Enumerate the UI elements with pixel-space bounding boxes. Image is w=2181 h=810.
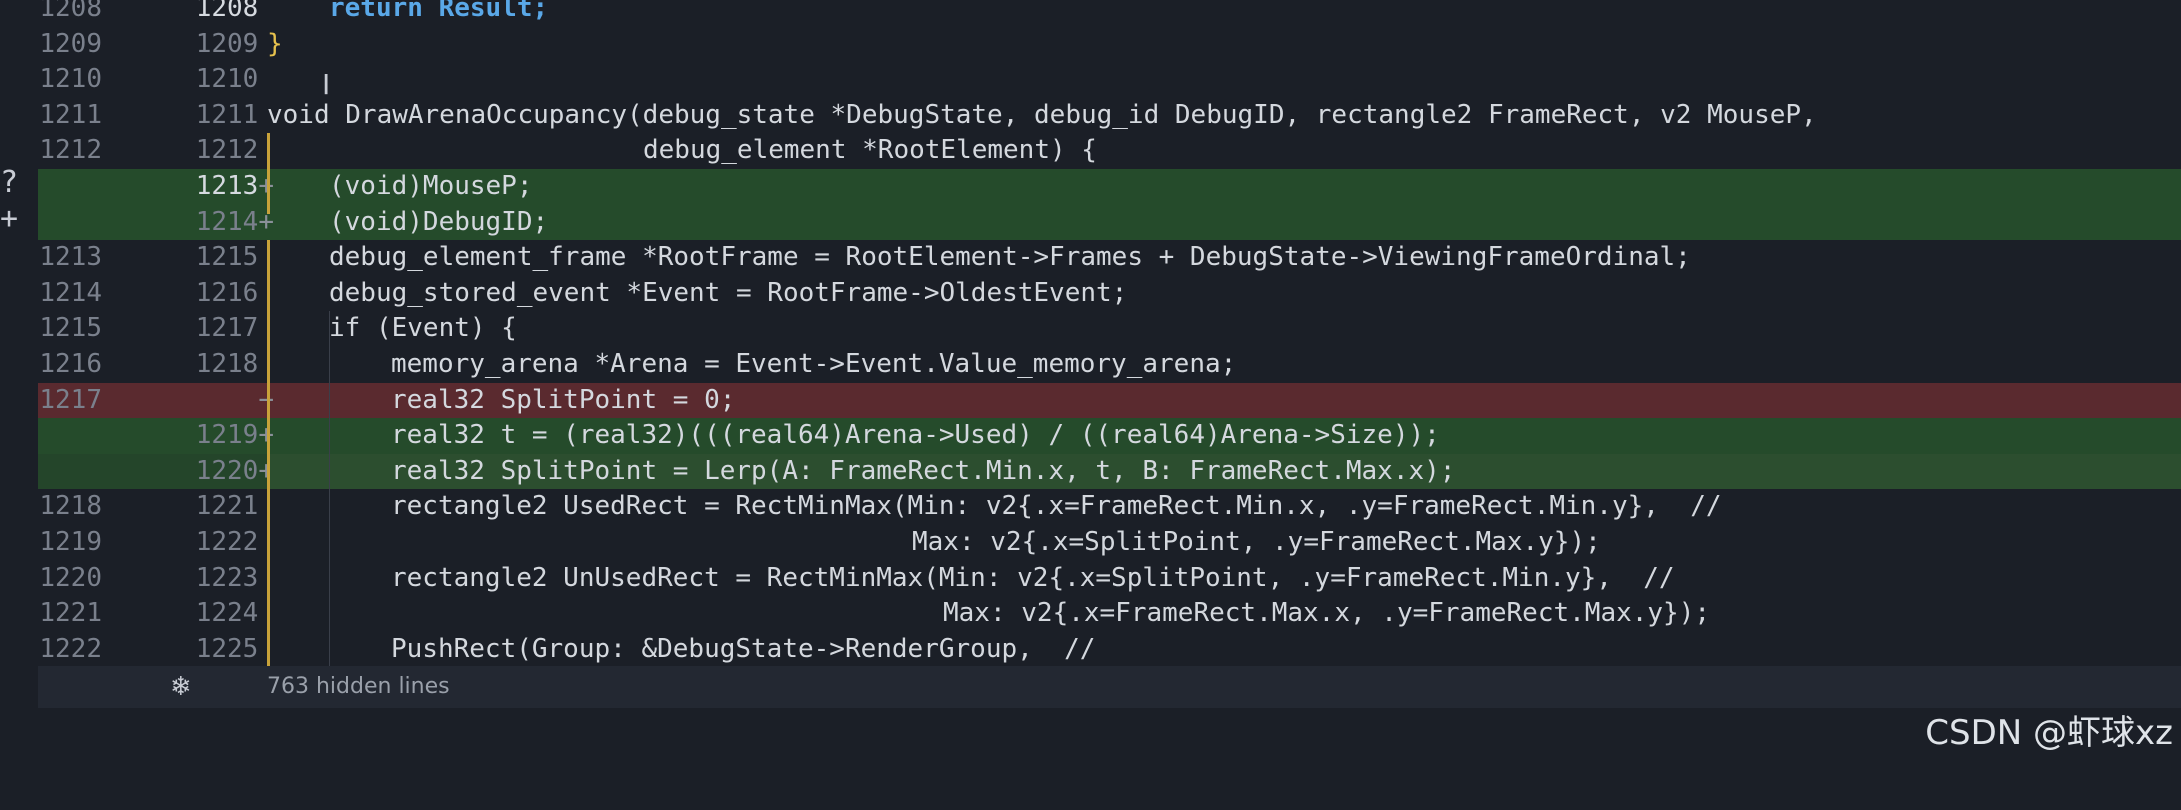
code-line[interactable]: 1212 1212 debug_element *RootElement) {: [38, 133, 2181, 169]
code-text: Max: v2{.x=SplitPoint, .y=FrameRect.Max.…: [912, 527, 1601, 557]
code-line[interactable]: 1221 1224 Max: v2{.x=FrameRect.Max.x, .y…: [38, 596, 2181, 632]
new-line-number: 1218: [195, 349, 259, 379]
code-text: PushRect(Group: &DebugState->RenderGroup…: [391, 633, 1096, 664]
new-line-number: 1223: [195, 562, 259, 593]
new-line-number: 1215: [195, 242, 259, 273]
old-line-number: 1219: [39, 527, 102, 557]
git-change-bar: [267, 240, 270, 666]
code-text: }: [267, 28, 283, 59]
add-icon[interactable]: +: [0, 204, 18, 234]
code-line[interactable]: 1215 1217 if (Event) {: [38, 311, 2181, 347]
new-line-number: 1217: [195, 313, 259, 344]
new-line-number: 1220+: [130, 454, 274, 490]
watermark: CSDN @虾球xz: [1925, 713, 2173, 753]
code-line[interactable]: 1208 1208 return Result;: [38, 0, 2181, 27]
added-line[interactable]: 1220+ real32 SplitPoint = Lerp(A: FrameR…: [38, 453, 2181, 490]
new-line-number: 1212: [195, 135, 259, 166]
old-line-number: 1209: [39, 28, 102, 59]
code-text: real32 SplitPoint = Lerp(A: FrameRect.Mi…: [267, 453, 2181, 490]
hidden-lines-bar[interactable]: ❄ 763 hidden lines: [38, 666, 2181, 708]
code-text: real32 t = (real32)(((real64)Arena->Used…: [391, 420, 1440, 451]
old-line-number: 1215: [39, 313, 102, 344]
new-line-number: 1219+: [130, 418, 274, 454]
old-line-number: 1221: [39, 598, 102, 629]
code-text: if (Event) {: [329, 313, 517, 344]
old-line-number: 1211: [39, 99, 102, 130]
old-line-number: 1217: [39, 384, 102, 415]
new-line-number: 1221: [195, 491, 259, 522]
code-text: real32 SplitPoint = 0;: [391, 384, 736, 415]
old-line-number: 1214: [39, 277, 102, 308]
new-line-number: 1213+: [130, 169, 274, 205]
new-line-number: 1225: [195, 633, 259, 664]
old-line-number: 1208: [39, 0, 102, 23]
undo-icon[interactable]: ?: [0, 168, 18, 198]
git-change-bar: [267, 133, 270, 214]
old-line-number: 1216: [39, 349, 102, 379]
added-line[interactable]: 1219+ real32 t = (real32)(((real64)Arena…: [38, 418, 2181, 454]
new-line-number: 1224: [195, 598, 259, 629]
new-line-number: 1211: [195, 99, 259, 130]
left-gutter: ? +: [0, 0, 38, 767]
code-line[interactable]: 1216 1218 memory_arena *Arena = Event->E…: [38, 347, 2181, 383]
code-text: rectangle2 UnUsedRect = RectMinMax(Min: …: [391, 562, 1675, 593]
code-text: Max: v2{.x=FrameRect.Max.x, .y=FrameRect…: [943, 598, 1711, 629]
code-line[interactable]: 1218 1221 rectangle2 UsedRect = RectMinM…: [38, 489, 2181, 525]
code-text: debug_element *RootElement) {: [643, 135, 1097, 166]
old-line-number: 1218: [39, 491, 102, 522]
old-line-number: 1213: [39, 242, 102, 273]
snowflake-icon[interactable]: ❄: [170, 666, 192, 708]
code-line[interactable]: 1220 1223 rectangle2 UnUsedRect = RectMi…: [38, 561, 2181, 597]
old-line-number: 1212: [39, 135, 102, 166]
code-line[interactable]: 1213 1215 debug_element_frame *RootFrame…: [38, 240, 2181, 276]
code-text: memory_arena *Arena = Event->Event.Value…: [391, 349, 1237, 379]
code-line[interactable]: 1214 1216 debug_stored_event *Event = Ro…: [38, 276, 2181, 312]
hidden-lines-label: 763 hidden lines: [267, 674, 450, 699]
new-line-number: 1222: [195, 527, 259, 557]
code-text: return Result;: [329, 0, 549, 23]
code-line[interactable]: 1211 1211 void DrawArenaOccupancy(debug_…: [38, 98, 2181, 134]
new-line-number: 1214+: [195, 206, 274, 237]
code-line[interactable]: 1219 1222 Max: v2{.x=SplitPoint, .y=Fram…: [38, 525, 2181, 561]
old-line-number: 1222: [39, 633, 102, 664]
new-line-number: 1216: [195, 277, 259, 308]
code-text: (void)MouseP;: [329, 171, 533, 201]
old-line-number: 1210: [39, 64, 102, 95]
added-line[interactable]: 1214+ (void)DebugID;: [38, 204, 2181, 241]
new-line-number: 1208: [195, 0, 259, 23]
code-text: rectangle2 UsedRect = RectMinMax(Min: v2…: [391, 491, 1722, 522]
new-line-number: 1209: [195, 28, 259, 59]
code-line[interactable]: 1222 1225 PushRect(Group: &DebugState->R…: [38, 632, 2181, 668]
code-text: void DrawArenaOccupancy(debug_state *Deb…: [267, 99, 1817, 130]
old-line-number: 1220: [39, 562, 102, 593]
new-line-number: −: [130, 383, 274, 419]
code-text: debug_element_frame *RootFrame = RootEle…: [329, 242, 1691, 273]
code-line[interactable]: 1209 1209 }: [38, 27, 2181, 63]
code-text: (void)DebugID;: [329, 206, 549, 237]
code-text: debug_stored_event *Event = RootFrame->O…: [329, 277, 1128, 308]
indent-guide: [329, 311, 330, 666]
added-line[interactable]: 1213+ (void)MouseP;: [38, 169, 2181, 205]
new-line-number: 1210: [195, 64, 259, 95]
code-line[interactable]: 1210 1210: [38, 62, 2181, 98]
removed-line[interactable]: 1217 − real32 SplitPoint = 0;: [38, 382, 2181, 419]
